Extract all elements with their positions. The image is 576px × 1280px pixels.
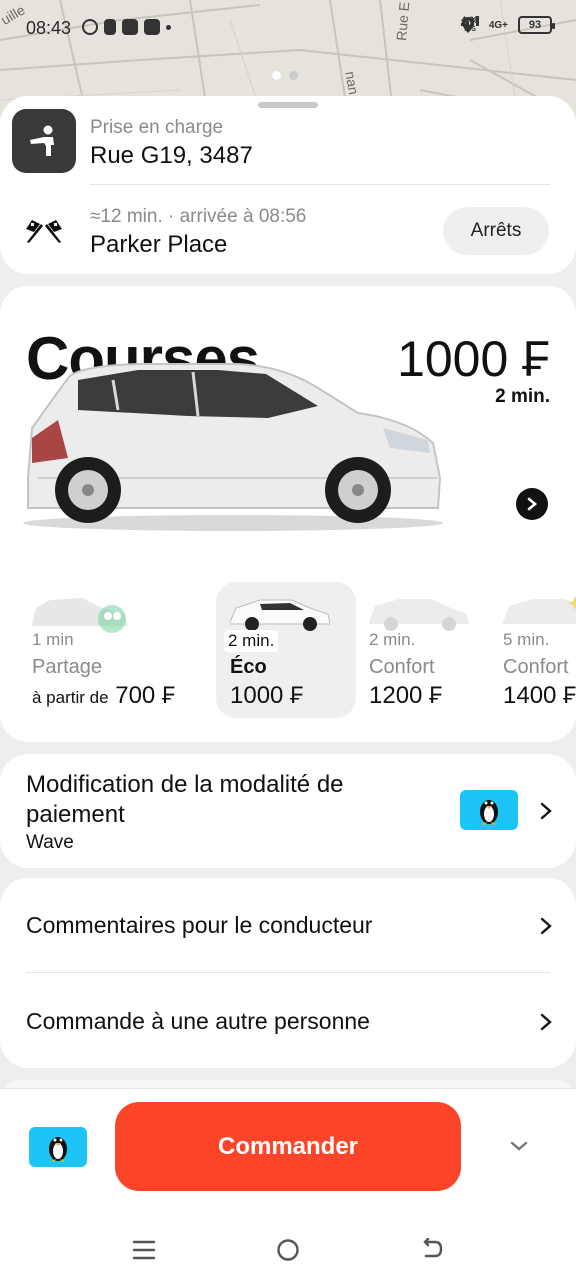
car-thumbnail [230, 599, 330, 631]
pickup-person-icon [12, 109, 76, 173]
tariff-eta: 5 min. [503, 630, 550, 649]
car-thumbnail [369, 599, 469, 631]
option-label: Commentaires pour le conducteur [26, 912, 373, 938]
route-card: Prise en charge Rue G19, 3487 ≈12 min. ·… [0, 96, 576, 274]
order-button[interactable]: Commander [115, 1102, 461, 1191]
more-notifications-icon [166, 24, 171, 30]
signal-icon [461, 16, 480, 26]
back-icon [423, 1238, 443, 1258]
status-indicators: 4,68 K/S 4G+ 93 [461, 16, 555, 34]
wave-logo-icon [460, 790, 518, 830]
system-nav-bar [0, 1219, 576, 1279]
eta-caption: ≈12 min. · arrivée à 08:56 [90, 206, 307, 227]
status-bar: 08:43 4,68 K/S 4G+ 93 [0, 0, 576, 60]
tariff-eta: 1 min [32, 630, 74, 649]
car-thumbnail [32, 598, 128, 633]
battery-indicator: 93 [518, 16, 555, 34]
tariff-name: Confort [503, 656, 569, 678]
options-card: Commentaires pour le conducteur Commande… [0, 878, 576, 1068]
tariff-eta: 2 min. [495, 386, 550, 407]
chevron-down-icon [510, 1141, 528, 1151]
expand-options-button[interactable] [508, 1135, 530, 1157]
tariff-option-partage[interactable]: 1 min Partage à partir de 700 ₣ [18, 582, 175, 718]
whatsapp-icon [82, 19, 98, 35]
menu-icon [132, 1240, 156, 1260]
tariff-eta: 2 min. [369, 630, 416, 649]
recent-apps-button[interactable] [129, 1235, 159, 1265]
driver-comment-row[interactable]: Commentaires pour le conducteur [0, 878, 576, 973]
notification-icons [82, 19, 171, 35]
chevron-right-icon [536, 1012, 556, 1032]
map-pager [272, 71, 298, 80]
car-thumbnail [503, 596, 576, 624]
tariff-option-eco[interactable]: 2 min. Éco 1000 ₣ [216, 582, 356, 718]
divider [90, 184, 550, 185]
payment-method-row[interactable]: Modification de la modalité de paiement … [0, 754, 576, 868]
stops-button[interactable]: Arrêts [443, 207, 549, 255]
app-icon [144, 19, 160, 35]
chevron-right-icon [527, 497, 538, 511]
payment-title: Modification de la modalité de paiement [26, 771, 344, 828]
chevron-right-icon [536, 916, 556, 936]
tariff-option-confort[interactable]: 2 min. Confort 1200 ₣ [355, 582, 495, 718]
tariff-card: Courses 1000 ₣ 2 min. 1 min Partage à pa… [0, 286, 576, 742]
pager-dot-active [272, 71, 281, 80]
pickup-address[interactable]: Rue G19, 3487 [90, 142, 253, 170]
divider [26, 972, 550, 973]
tariff-name: Partage [32, 656, 103, 678]
tariff-name: Éco [230, 656, 267, 678]
status-time: 08:43 [26, 18, 72, 38]
home-circle-icon [277, 1239, 299, 1261]
pickup-caption: Prise en charge [90, 117, 224, 138]
home-button[interactable] [273, 1235, 303, 1265]
bottom-action-bar: Commander [0, 1088, 576, 1280]
tariff-option-confort-plus[interactable]: 5 min. Confort 1400 ₣ [489, 582, 576, 718]
document-icon [104, 19, 116, 35]
tariff-list[interactable]: 1 min Partage à partir de 700 ₣ 2 min. É… [0, 582, 576, 722]
payment-wave-button[interactable] [29, 1127, 87, 1167]
pager-dot [289, 71, 298, 80]
option-label: Commande à une autre personne [26, 1008, 370, 1034]
order-for-other-row[interactable]: Commande à une autre personne [0, 974, 576, 1068]
next-tariff-button[interactable] [516, 488, 548, 520]
tariff-price: à partir de 700 ₣ [32, 682, 176, 709]
tariff-eta: 2 min. [224, 630, 279, 652]
app-icon [122, 19, 138, 35]
wave-logo-icon [49, 1137, 67, 1162]
chevron-right-icon [536, 801, 556, 821]
destination-address[interactable]: Parker Place [90, 231, 227, 259]
tariff-price: 1000 ₣ [230, 682, 304, 709]
tariff-name: Confort [369, 656, 435, 678]
payment-method: Wave [26, 832, 74, 853]
back-button[interactable] [417, 1235, 447, 1265]
car-image [23, 363, 443, 531]
signal-indicator: 4G+ [461, 16, 508, 31]
tariff-price: 1200 ₣ [369, 682, 443, 709]
tariff-price: 1400 ₣ [503, 682, 576, 709]
sheet-grabber[interactable] [258, 102, 318, 108]
checkered-flag-icon [26, 220, 62, 243]
